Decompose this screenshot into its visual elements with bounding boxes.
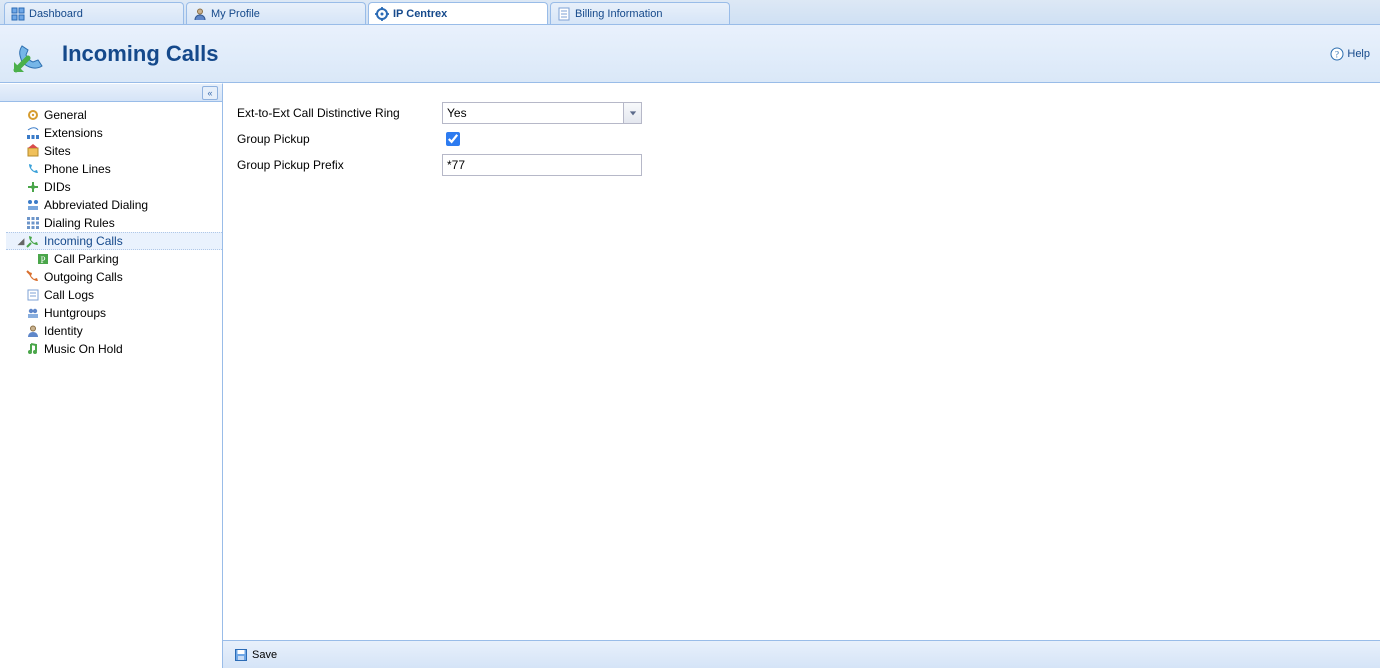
sidebar-item-incoming-calls[interactable]: ◢ Incoming Calls	[6, 232, 222, 250]
dashboard-icon	[11, 7, 25, 21]
sidebar-collapse-bar: «	[0, 84, 222, 102]
expand-toggle-icon[interactable]: ◢	[16, 236, 26, 247]
app-root: Dashboard My Profile IP Centrex Billing …	[0, 0, 1380, 668]
sidebar-item-huntgroups[interactable]: Huntgroups	[6, 304, 222, 322]
help-icon: ?	[1330, 47, 1344, 61]
sidebar-item-label: Sites	[44, 144, 71, 158]
field-group-pickup-prefix: Group Pickup Prefix	[237, 152, 1366, 178]
sidebar-item-general[interactable]: General	[6, 106, 222, 124]
sidebar-item-sites[interactable]: Sites	[6, 142, 222, 160]
bottom-toolbar: Save	[223, 640, 1380, 668]
tab-label: Billing Information	[575, 8, 662, 20]
gear-icon	[375, 7, 389, 21]
svg-text:P: P	[40, 255, 45, 265]
tab-my-profile[interactable]: My Profile	[186, 2, 366, 24]
tab-ip-centrex[interactable]: IP Centrex	[368, 2, 548, 24]
field-group-pickup: Group Pickup	[237, 126, 1366, 152]
sidebar-item-dialing-rules[interactable]: Dialing Rules	[6, 214, 222, 232]
collapse-sidebar-button[interactable]: «	[202, 86, 218, 100]
sidebar-item-label: Phone Lines	[44, 162, 111, 176]
sidebar-item-label: Identity	[44, 324, 83, 338]
sidebar-item-label: Abbreviated Dialing	[44, 198, 148, 212]
chevron-left-double-icon: «	[207, 88, 212, 98]
sidebar: « General Extensions Sites	[0, 83, 223, 668]
identity-icon	[26, 324, 40, 338]
sidebar-item-label: Incoming Calls	[44, 234, 123, 248]
tab-label: IP Centrex	[393, 8, 447, 20]
save-icon	[234, 648, 248, 662]
sidebar-item-dids[interactable]: DIDs	[6, 178, 222, 196]
form-area: Ext-to-Ext Call Distinctive Ring Group P…	[223, 84, 1380, 640]
group-pickup-prefix-label: Group Pickup Prefix	[237, 158, 442, 172]
outgoing-call-icon	[26, 270, 40, 284]
sidebar-item-label: Dialing Rules	[44, 216, 115, 230]
group-pickup-prefix-input[interactable]	[442, 154, 642, 176]
group-pickup-checkbox[interactable]	[446, 132, 460, 146]
help-link[interactable]: ? Help	[1330, 47, 1370, 61]
sidebar-item-label: DIDs	[44, 180, 71, 194]
tab-billing-information[interactable]: Billing Information	[550, 2, 730, 24]
svg-text:?: ?	[1335, 49, 1339, 59]
music-icon	[26, 342, 40, 356]
incoming-call-icon	[26, 234, 40, 248]
dids-icon	[26, 180, 40, 194]
sidebar-item-identity[interactable]: Identity	[6, 322, 222, 340]
user-icon	[193, 7, 207, 21]
extensions-icon	[26, 126, 40, 140]
sidebar-item-call-logs[interactable]: Call Logs	[6, 286, 222, 304]
sidebar-item-call-parking[interactable]: P Call Parking	[6, 250, 222, 268]
log-icon	[26, 288, 40, 302]
sidebar-item-music-on-hold[interactable]: Music On Hold	[6, 340, 222, 358]
save-label: Save	[252, 649, 277, 661]
parking-icon: P	[36, 252, 50, 266]
sidebar-item-label: Huntgroups	[44, 306, 106, 320]
sidebar-item-label: Outgoing Calls	[44, 270, 123, 284]
body: « General Extensions Sites	[0, 83, 1380, 668]
sidebar-item-label: Music On Hold	[44, 342, 123, 356]
sidebar-item-extensions[interactable]: Extensions	[6, 124, 222, 142]
main-panel: Ext-to-Ext Call Distinctive Ring Group P…	[223, 83, 1380, 668]
group-pickup-label: Group Pickup	[237, 132, 442, 146]
help-label: Help	[1347, 48, 1370, 60]
distinctive-ring-combo[interactable]	[442, 102, 642, 124]
main-tabs: Dashboard My Profile IP Centrex Billing …	[0, 0, 1380, 25]
group-icon	[26, 306, 40, 320]
sidebar-item-label: Extensions	[44, 126, 103, 140]
sidebar-item-label: Call Parking	[54, 252, 119, 266]
sidebar-item-label: Call Logs	[44, 288, 94, 302]
distinctive-ring-input[interactable]	[443, 103, 623, 123]
field-distinctive-ring: Ext-to-Ext Call Distinctive Ring	[237, 100, 1366, 126]
incoming-calls-icon	[10, 32, 54, 76]
dialpad-icon	[26, 216, 40, 230]
gear-icon	[26, 108, 40, 122]
sidebar-item-phone-lines[interactable]: Phone Lines	[6, 160, 222, 178]
save-button[interactable]: Save	[229, 644, 286, 666]
page-header: Incoming Calls ? Help	[0, 25, 1380, 83]
sidebar-item-label: General	[44, 108, 87, 122]
tab-dashboard[interactable]: Dashboard	[4, 2, 184, 24]
sidebar-item-outgoing-calls[interactable]: Outgoing Calls	[6, 268, 222, 286]
sites-icon	[26, 144, 40, 158]
nav-tree: General Extensions Sites Phone Lines	[0, 102, 222, 358]
page-title: Incoming Calls	[62, 41, 218, 67]
sidebar-item-abbreviated-dialing[interactable]: Abbreviated Dialing	[6, 196, 222, 214]
distinctive-ring-label: Ext-to-Ext Call Distinctive Ring	[237, 106, 442, 120]
chevron-down-icon[interactable]	[623, 103, 641, 123]
tab-label: My Profile	[211, 8, 260, 20]
phone-icon	[26, 162, 40, 176]
tab-label: Dashboard	[29, 8, 83, 20]
billing-icon	[557, 7, 571, 21]
abbrev-dial-icon	[26, 198, 40, 212]
